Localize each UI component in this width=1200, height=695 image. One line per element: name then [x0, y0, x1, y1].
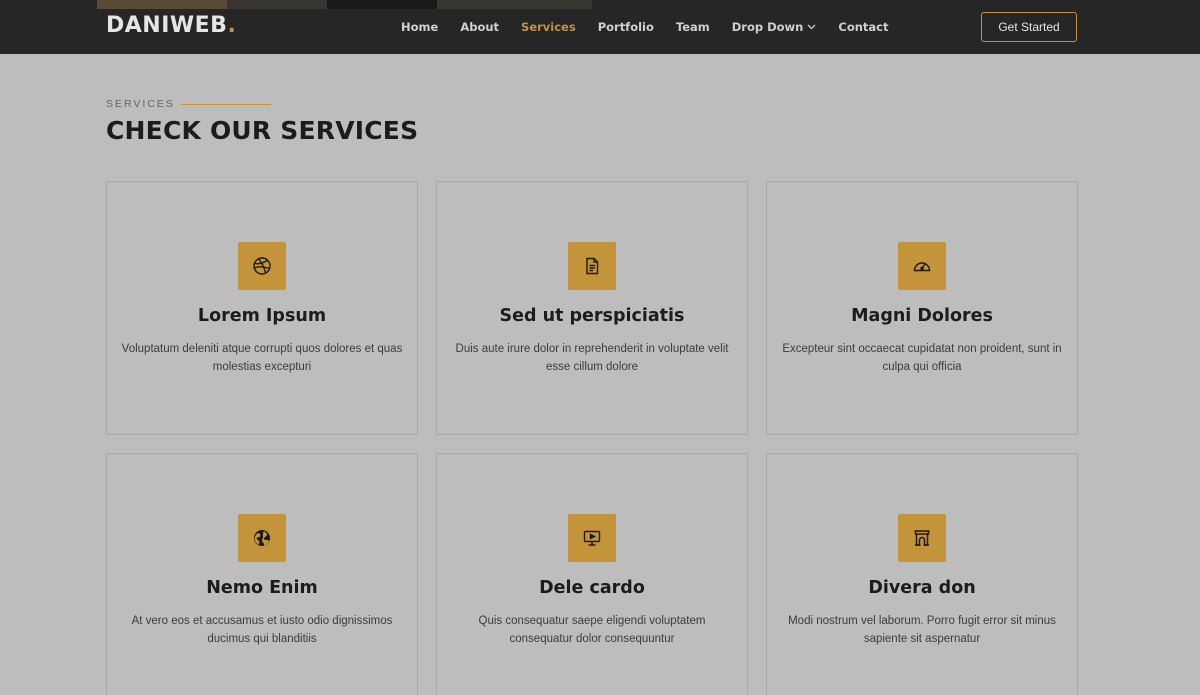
service-title: Lorem Ipsum: [197, 306, 327, 326]
globe-icon: [238, 514, 286, 562]
nav-contact[interactable]: Contact: [838, 20, 888, 34]
service-description: Quis consequatur saepe eligendi voluptat…: [478, 615, 706, 645]
presentation-icon: [568, 514, 616, 562]
service-description: Duis aute irure dolor in reprehenderit i…: [455, 343, 729, 373]
service-card[interactable]: Nemo Enim At vero eos et accusamus et iu…: [106, 453, 418, 695]
nav-team[interactable]: Team: [676, 20, 710, 34]
service-title: Nemo Enim: [206, 578, 318, 598]
section-eyebrow: SERVICES: [106, 98, 271, 110]
service-card[interactable]: Lorem Ipsum Voluptatum deleniti atque co…: [106, 181, 418, 435]
logo-dot: .: [227, 13, 237, 38]
service-description: Voluptatum deleniti atque corrupti quos …: [121, 343, 403, 373]
get-started-button[interactable]: Get Started: [981, 12, 1077, 42]
nav-dropdown-label: Drop Down: [731, 20, 804, 34]
service-description: Modi nostrum vel laborum. Porro fugit er…: [788, 615, 1056, 645]
nav-portfolio[interactable]: Portfolio: [598, 20, 654, 34]
service-description: Excepteur sint occaecat cupidatat non pr…: [782, 343, 1062, 373]
dribbble-icon: [238, 242, 286, 290]
file-text-icon: [568, 242, 616, 290]
service-title: Divera don: [868, 578, 976, 598]
eyebrow-divider: [180, 103, 271, 105]
logo-text: DANIWEB: [106, 13, 228, 38]
section-title: CHECK OUR SERVICES: [106, 116, 419, 145]
service-title: Magni Dolores: [851, 306, 993, 326]
nav-about[interactable]: About: [460, 20, 499, 34]
logo[interactable]: DANIWEB.: [106, 13, 236, 38]
nav-services[interactable]: Services: [521, 20, 576, 34]
service-card[interactable]: Divera don Modi nostrum vel laborum. Por…: [766, 453, 1078, 695]
service-card[interactable]: Sed ut perspiciatis Duis aute irure dolo…: [436, 181, 748, 435]
speedometer-icon: [898, 242, 946, 290]
eyebrow-label: SERVICES: [106, 98, 175, 110]
service-card[interactable]: Magni Dolores Excepteur sint occaecat cu…: [766, 181, 1078, 435]
service-description: At vero eos et accusamus et iusto odio d…: [131, 615, 393, 645]
service-title: Dele cardo: [539, 578, 645, 598]
hero-image-strip: [97, 0, 592, 9]
main-nav: Home About Services Portfolio Team Drop …: [401, 20, 910, 34]
service-title: Sed ut perspiciatis: [499, 306, 685, 326]
nav-dropdown[interactable]: Drop Down: [732, 20, 817, 34]
chevron-down-icon: [807, 24, 816, 30]
nav-home[interactable]: Home: [401, 20, 438, 34]
archway-icon: [898, 514, 946, 562]
site-header: DANIWEB. Home About Services Portfolio T…: [0, 0, 1200, 54]
service-card[interactable]: Dele cardo Quis consequatur saepe eligen…: [436, 453, 748, 695]
